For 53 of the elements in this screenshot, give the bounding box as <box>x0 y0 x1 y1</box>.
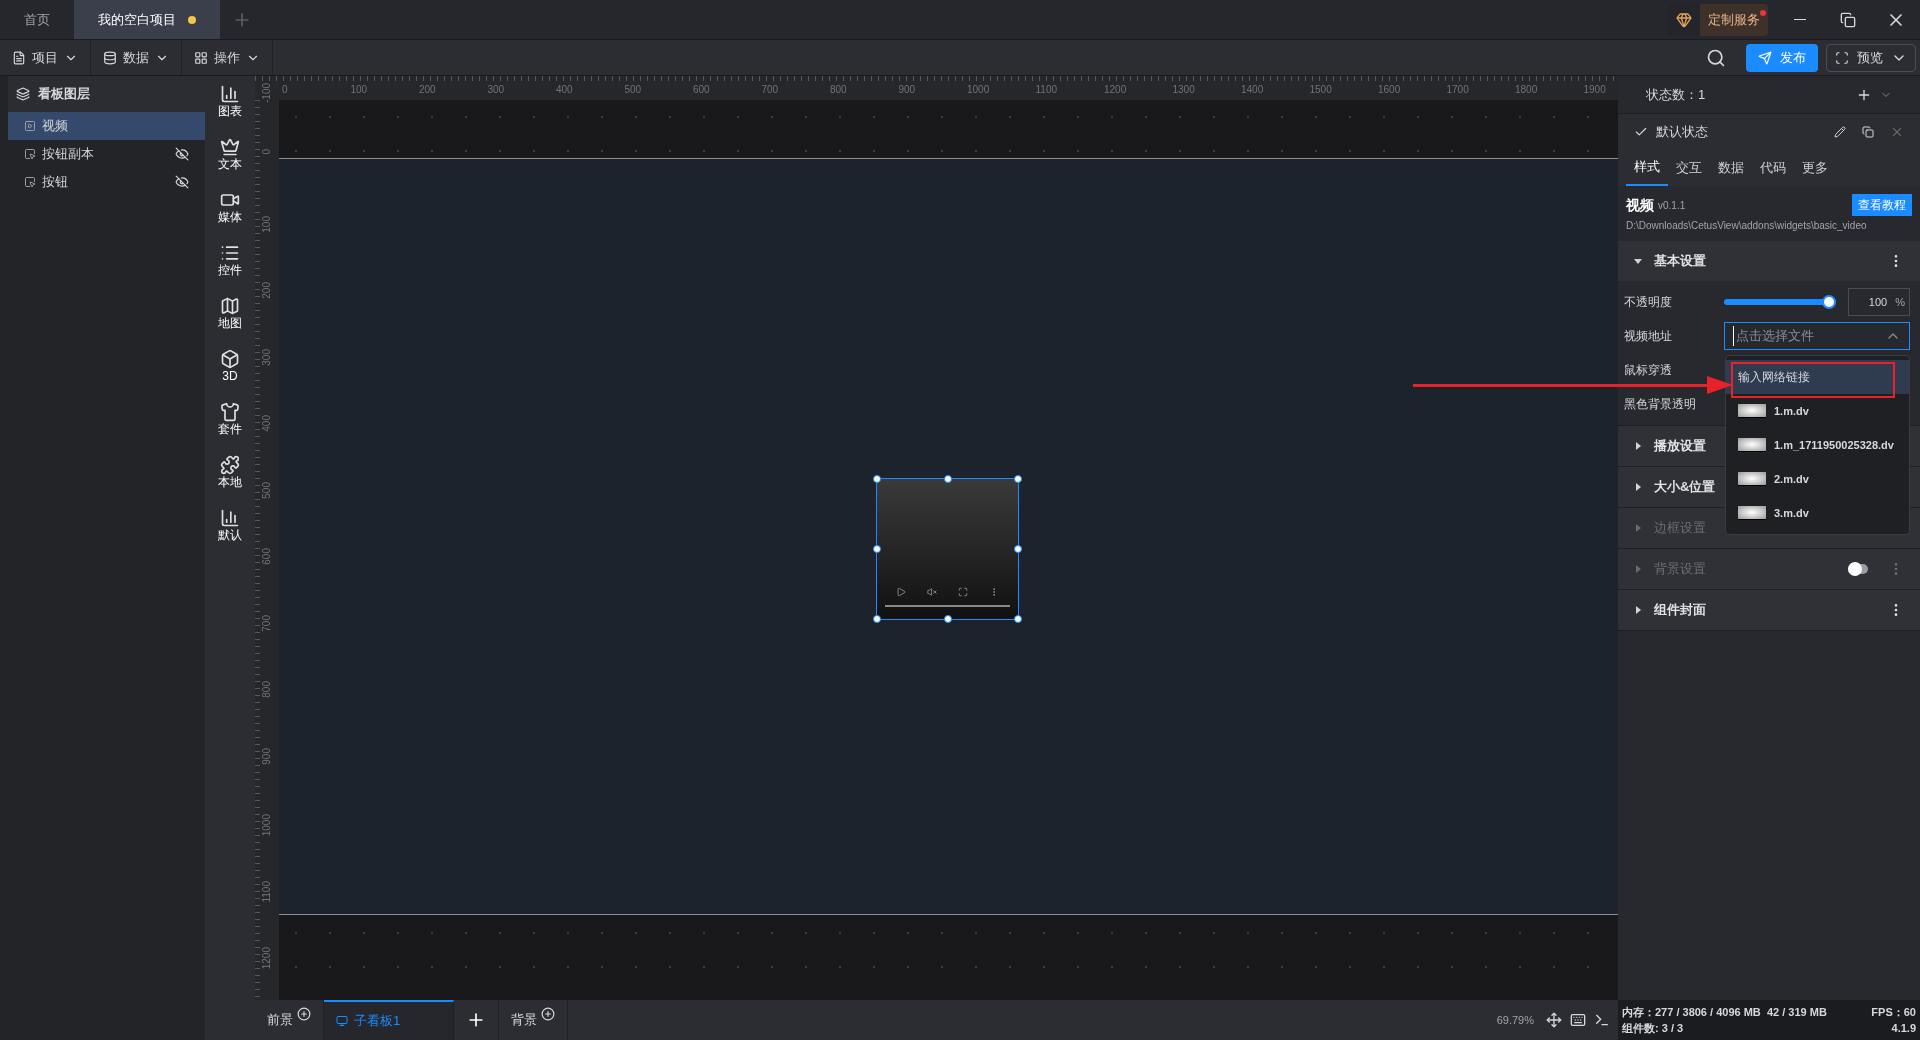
ruler-label: 100 <box>350 83 368 97</box>
ruler-label: 300 <box>487 83 505 97</box>
field-label: 不透明度 <box>1624 294 1673 311</box>
tab-label: 首页 <box>24 10 50 29</box>
ruler-label: 700 <box>260 614 273 632</box>
ruler-label: 300 <box>260 348 273 366</box>
ruler-label: 1300 <box>1172 83 1195 97</box>
widget-path: D:\Downloads\CetusView\addons\widgets\basic_video <box>1626 219 1868 233</box>
ruler-label: 500 <box>260 481 273 499</box>
field-label: 视频地址 <box>1624 328 1673 345</box>
field-label: 鼠标穿透 <box>1624 362 1673 379</box>
panel-title: 看板图层 <box>38 85 90 104</box>
ruler-label: 600 <box>693 83 710 97</box>
ruler-label: 1600 <box>1378 83 1401 97</box>
ruler-label: 200 <box>260 282 273 299</box>
widget-version: v0.1.1 <box>1658 198 1687 213</box>
ruler-label: 1400 <box>1241 83 1264 97</box>
ruler-label: 1000 <box>260 814 273 837</box>
ruler-label: 900 <box>260 747 273 765</box>
ruler-label: 1200 <box>260 947 273 970</box>
ruler-label: 1800 <box>1515 83 1538 97</box>
ruler-label: 1900 <box>1583 83 1606 97</box>
fps-status: FPS：60 <box>1871 1004 1916 1020</box>
ruler-label: 200 <box>419 83 436 97</box>
ruler-label: 600 <box>260 548 273 565</box>
ruler-label: 500 <box>624 83 642 97</box>
ruler-label: 1100 <box>1035 83 1057 97</box>
ruler-label: 700 <box>761 83 779 97</box>
ruler-label: 100 <box>260 215 273 233</box>
zoom-level: 69.79% <box>1496 1012 1534 1028</box>
field-label: 黑色背景透明 <box>1624 396 1697 413</box>
layer-label: 按钮副本 <box>42 145 95 164</box>
ruler-label: 900 <box>898 83 916 97</box>
ruler-label: 1700 <box>1446 83 1469 97</box>
component-count: 组件数: 3 / 3 <box>1622 1021 1685 1036</box>
ruler-label: 0 <box>260 149 273 155</box>
tab-label: 我的空白项目 <box>98 10 176 29</box>
layer-label: 按钮 <box>42 173 69 192</box>
layer-label: 视频 <box>42 117 69 136</box>
ruler-label: 0 <box>282 83 288 97</box>
ruler-label: 800 <box>260 681 273 698</box>
ruler-label: 1500 <box>1309 83 1332 97</box>
ruler-label: 400 <box>556 83 573 97</box>
ruler-label: 1100 <box>260 880 273 902</box>
state-count: 状态数：1 <box>1646 85 1707 104</box>
widget-name: 视频 <box>1626 195 1654 215</box>
memory-status: 内存：277 / 3806 / 4096 MB 42 / 319 MB <box>1622 1004 1828 1020</box>
ruler-label: 400 <box>260 415 273 432</box>
version-label: 4.1.9 <box>1891 1021 1916 1036</box>
ruler-label: 1200 <box>1104 83 1127 97</box>
ruler-label: -100 <box>260 82 273 103</box>
ruler-label: 1000 <box>967 83 990 97</box>
ruler-label: 800 <box>830 83 847 97</box>
